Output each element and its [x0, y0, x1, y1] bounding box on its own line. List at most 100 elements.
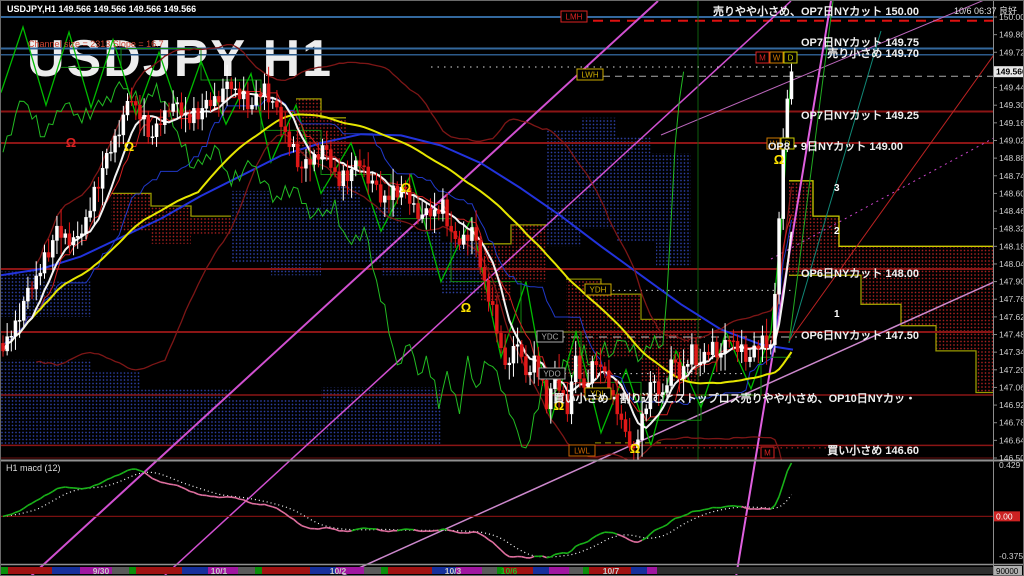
candle-body — [728, 340, 731, 341]
date-tick-label: 10/2 — [330, 566, 347, 576]
candle-body — [259, 94, 262, 97]
macd-main-line — [704, 509, 708, 510]
macd-main-line — [343, 531, 347, 532]
macd-main-line — [352, 529, 356, 530]
price-tick-label: 149.020 — [999, 135, 1024, 145]
candle-body — [520, 345, 523, 357]
candle-body — [51, 240, 54, 257]
macd-main-line — [140, 471, 144, 472]
channel-info: Channel size = 2313 Slope = 16.7 — [28, 39, 164, 49]
candle-body — [18, 320, 21, 321]
candle-body — [47, 253, 50, 258]
macd-main-line — [119, 473, 123, 475]
candle-body — [417, 203, 420, 218]
macd-main-line — [148, 475, 152, 478]
price-tick-label: 149.300 — [999, 100, 1024, 110]
macd-main-line — [264, 504, 268, 505]
macd-main-line — [86, 488, 90, 489]
candle-body — [719, 353, 722, 357]
trend-line — [30, 1, 658, 576]
date-tick-label: 10/1 — [211, 566, 228, 576]
macd-main-line — [480, 534, 484, 536]
price-tick-label: 147.760 — [999, 294, 1024, 304]
candle-body — [446, 200, 449, 226]
candle-body — [346, 171, 349, 181]
candle-body — [6, 337, 9, 351]
candle-body — [354, 161, 357, 170]
candle-body — [22, 301, 25, 320]
macd-main-line — [779, 484, 783, 497]
trend-line — [163, 1, 791, 576]
macd-main-line — [256, 504, 260, 505]
price-tick-label: 148.180 — [999, 241, 1024, 251]
price-tick-label: 147.340 — [999, 347, 1024, 357]
candle-body — [699, 364, 702, 365]
macd-main-line — [123, 470, 127, 472]
candle-body — [641, 414, 644, 440]
candle-body — [686, 364, 689, 366]
candle-body — [645, 409, 648, 414]
macd-main-line — [555, 554, 559, 555]
omega-marker: Ω — [401, 180, 411, 195]
candle-body — [55, 226, 58, 240]
candle-body — [479, 240, 482, 267]
candle-body — [39, 273, 42, 276]
macd-main-line — [248, 502, 252, 504]
annotation-buy-stop: 買い小さめ・割り込むとストップロス売りやや小さめ、OP10日NYカッ・ — [554, 390, 916, 406]
candle-body — [64, 234, 67, 238]
price-tick-label: 148.460 — [999, 206, 1024, 216]
macd-main-line — [136, 469, 140, 471]
candle-body — [60, 226, 63, 237]
macd-main-line — [356, 529, 360, 530]
macd-main-line — [613, 533, 617, 535]
candle-body — [267, 84, 270, 102]
macd-main-line — [57, 488, 61, 489]
session-segment — [569, 567, 583, 574]
candle-body — [470, 227, 473, 240]
candle-body — [155, 124, 158, 137]
macd-main-line — [725, 506, 729, 507]
kumo-cloud — [1, 272, 91, 317]
chart-window: USDJPY H1 ΩΩΩΩΩΩΩ321LMHLWHMWDWDYDHYDCYDO… — [0, 0, 1024, 576]
macd-main-line — [684, 514, 688, 515]
candle-body — [14, 321, 17, 337]
candle-body — [296, 144, 299, 167]
session-segment — [1, 567, 8, 574]
macd-main-line — [663, 525, 667, 527]
candle-body — [226, 82, 229, 89]
macd-main-line — [501, 550, 505, 554]
macd-main-line — [294, 519, 298, 523]
candle-body — [329, 150, 332, 168]
macd-main-line — [455, 532, 459, 533]
candle-body — [753, 346, 756, 357]
candle-body — [487, 280, 490, 301]
pivot-box-label: LWH — [581, 71, 598, 80]
candle-body — [143, 115, 146, 119]
candle-body — [670, 360, 673, 386]
macd-main-line — [430, 531, 434, 532]
candle-body — [607, 371, 610, 390]
macd-main-line — [289, 517, 293, 519]
macd-main-line — [630, 540, 634, 542]
macd-main-line — [626, 538, 630, 540]
macd-main-line — [94, 484, 98, 485]
candle-body — [516, 345, 519, 347]
macd-main-line — [194, 492, 198, 494]
macd-main-line — [547, 557, 551, 558]
candle-body — [300, 167, 303, 168]
annotation-buy-14660: 買い小さめ 146.60 — [827, 442, 919, 458]
macd-main-line — [177, 485, 181, 487]
price-tick-label: 147.620 — [999, 312, 1024, 322]
macd-main-line — [601, 532, 605, 533]
macd-main-line — [377, 529, 381, 530]
chart-canvas[interactable]: ΩΩΩΩΩΩΩ321LMHLWHMWDWDYDHYDCYDOYDLLWLM150… — [1, 1, 1024, 576]
macd-zero-label: 0.00 — [996, 511, 1013, 521]
macd-main-line — [493, 542, 497, 546]
macd-main-line — [721, 507, 725, 508]
candle-body — [653, 382, 656, 383]
macd-main-line — [497, 546, 501, 550]
price-tick-label: 147.480 — [999, 330, 1024, 340]
macd-main-line — [32, 501, 36, 504]
time-axis: 9/3010/110/210/310/610/7 — [1, 566, 993, 576]
candle-body — [147, 115, 150, 136]
